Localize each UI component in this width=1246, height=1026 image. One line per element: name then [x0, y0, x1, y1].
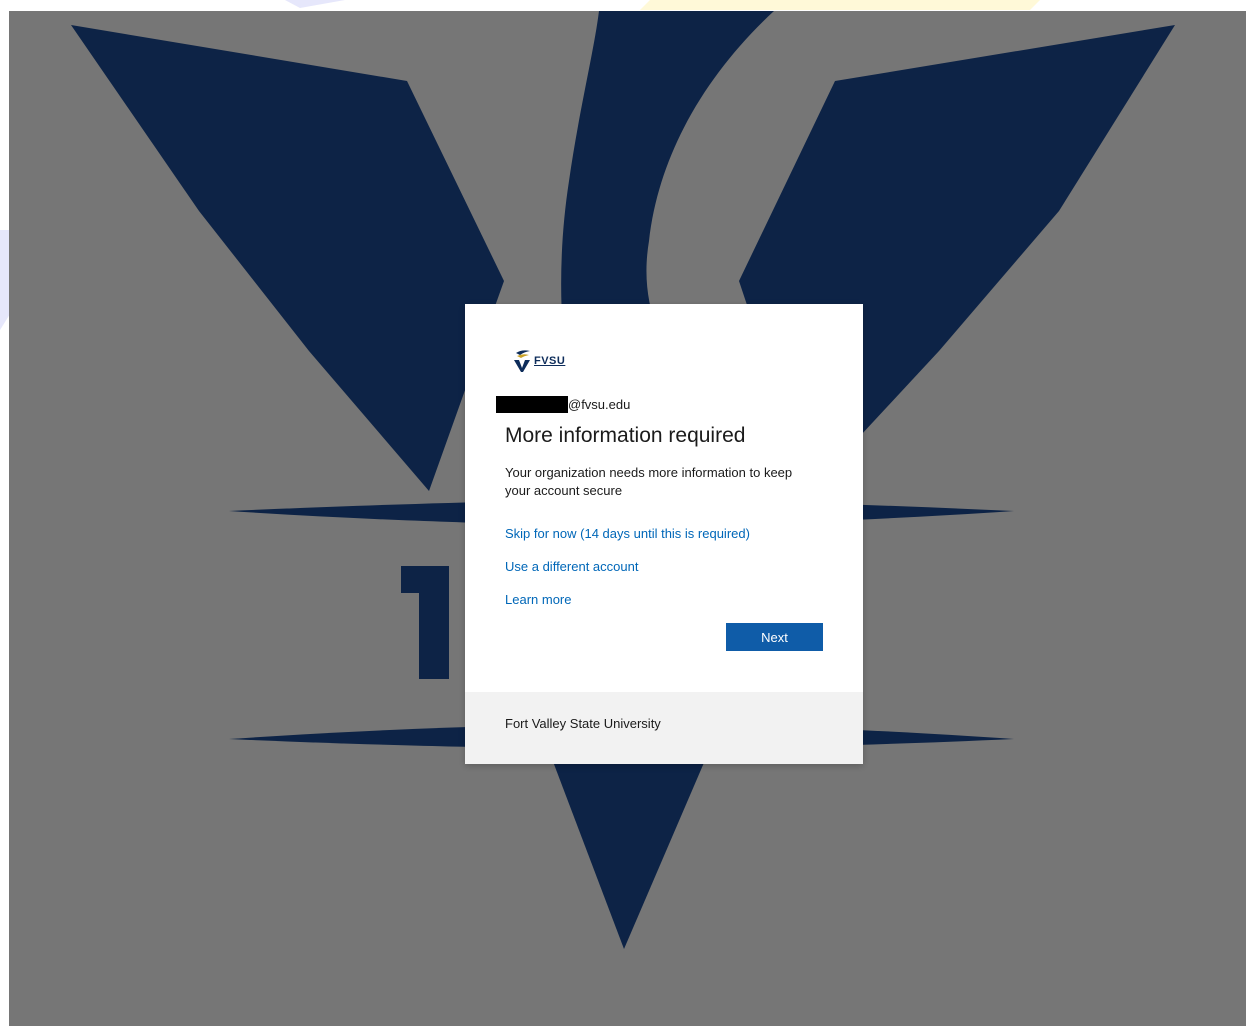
next-button[interactable]: Next [726, 623, 823, 651]
page-title: More information required [505, 424, 746, 447]
fvsu-wildcat-icon [514, 350, 530, 372]
card-footer: Fort Valley State University [465, 692, 863, 764]
use-different-account-link[interactable]: Use a different account [505, 559, 638, 574]
sign-in-backdrop: FVSU @fvsu.edu More information required… [9, 11, 1246, 1026]
account-domain: @fvsu.edu [568, 396, 631, 412]
redacted-username [496, 395, 568, 413]
organization-name: Fort Valley State University [505, 716, 661, 731]
account-identity: @fvsu.edu [496, 395, 630, 413]
logo-wordmark: FVSU [534, 355, 566, 367]
description-text: Your organization needs more information… [505, 465, 793, 498]
learn-more-link[interactable]: Learn more [505, 592, 571, 607]
sign-in-card: FVSU @fvsu.edu More information required… [465, 304, 863, 764]
card-body: FVSU @fvsu.edu More information required… [465, 304, 863, 692]
skip-for-now-link[interactable]: Skip for now (14 days until this is requ… [505, 526, 750, 541]
fvsu-logo: FVSU [512, 348, 565, 374]
